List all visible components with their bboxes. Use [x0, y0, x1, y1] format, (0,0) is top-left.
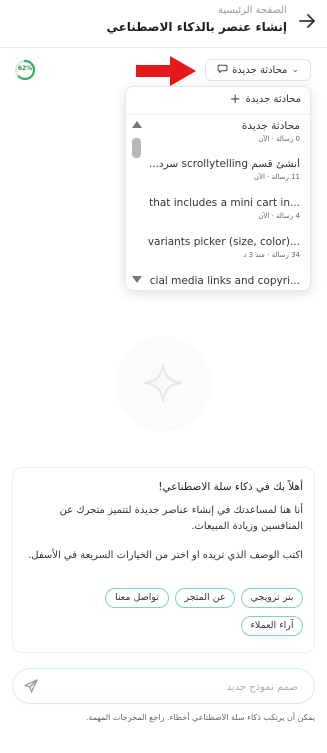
prompt-input-bar	[12, 668, 315, 704]
chat-title: ...that includes a mini cart in	[149, 197, 300, 209]
welcome-text: أنا هنا لمساعدتك في إنشاء عناصر جديدة لت…	[59, 505, 303, 532]
plus-icon: +	[229, 92, 241, 107]
scroll-up-arrow[interactable]	[132, 121, 142, 128]
chevron-down-icon: ⌄	[291, 65, 299, 75]
scroll-down-arrow[interactable]	[132, 276, 142, 283]
chat-meta: 0 رسالة · الآن	[258, 135, 300, 143]
prompt-input[interactable]	[66, 677, 300, 697]
new-chat-label: محادثة جديدة	[232, 64, 288, 76]
usage-progress-ring: 62%	[14, 59, 36, 81]
chat-meta: 34 رسالة · منذ 3 د	[243, 251, 300, 259]
chat-history-dropdown: + محادثة جديدة محادثة جديدة 0 رسالة · ال…	[125, 86, 311, 291]
dropdown-new-chat[interactable]: + محادثة جديدة	[229, 92, 301, 107]
chat-history-item[interactable]: ...that includes a mini cart in 4 رسالة …	[146, 197, 300, 235]
send-icon[interactable]	[21, 676, 41, 696]
page-title: إنشاء عنصر بالذكاء الاصطناعي	[106, 20, 287, 34]
suggestion-chip[interactable]: عن المتجر	[175, 588, 235, 608]
divider	[126, 114, 310, 115]
new-chat-button[interactable]: محادثة جديدة ⌄	[205, 59, 311, 81]
annotation-arrow	[134, 55, 198, 87]
chat-history-item[interactable]: أنشئ قسم scrollytelling سرد... 11 رسالة …	[146, 158, 300, 196]
chat-title: أنشئ قسم scrollytelling سرد...	[148, 158, 300, 170]
ai-sparkle-logo	[117, 337, 209, 429]
disclaimer-text: يمكن أن يرتكب ذكاء سلة الاصطناعي أخطاء. …	[85, 713, 315, 722]
progress-percent: 62%	[17, 65, 33, 72]
chat-meta: 11 رسالة · الآن	[253, 173, 300, 181]
suggestion-chip[interactable]: بنر ترويجي	[241, 588, 303, 608]
breadcrumb[interactable]: الصفحة الرئيسية	[218, 5, 287, 16]
suggestion-chip[interactable]: آراء العملاء	[241, 616, 303, 636]
welcome-instructions: اكتب الوصف الذي تريده او اختر من الخيارا…	[28, 550, 303, 561]
scrollbar-thumb[interactable]	[132, 138, 141, 158]
page-header: الصفحة الرئيسية إنشاء عنصر بالذكاء الاصط…	[0, 0, 327, 48]
arrow-right-icon[interactable]	[295, 9, 319, 33]
chat-title: ...variants picker (size, color)	[147, 236, 300, 248]
sparkle-icon	[144, 364, 182, 402]
chat-history-item[interactable]: ...variants picker (size, color) 34 رسال…	[146, 236, 300, 274]
chat-bubble-icon	[217, 63, 228, 77]
chat-title: ...cial media links and copyri	[149, 275, 300, 287]
chat-title: محادثة جديدة	[241, 120, 300, 132]
chat-meta: 4 رسالة · الآن	[258, 212, 300, 220]
dropdown-new-chat-label: محادثة جديدة	[245, 94, 301, 105]
chat-history-item[interactable]: محادثة جديدة 0 رسالة · الآن	[146, 120, 300, 158]
welcome-card: أهلاً بك في ذكاء سلة الاصطناعي! أنا هنا …	[12, 467, 315, 653]
chat-history-item[interactable]: ...cial media links and copyri	[146, 275, 300, 290]
suggestion-chip[interactable]: تواصل معنا	[105, 588, 169, 608]
welcome-heading: أهلاً بك في ذكاء سلة الاصطناعي!	[158, 481, 303, 493]
